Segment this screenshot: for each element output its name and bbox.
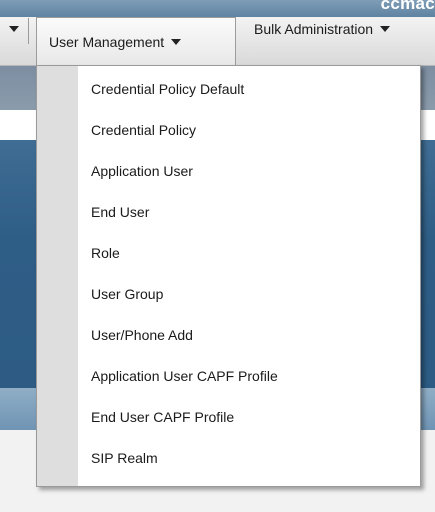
menu-item-user-phone-add[interactable]: User/Phone Add	[78, 316, 421, 354]
menu-item-role[interactable]: Role	[78, 234, 421, 272]
menu-divider	[28, 18, 29, 44]
chevron-down-icon	[9, 26, 19, 32]
menu-bulk-administration[interactable]: Bulk Administration	[254, 12, 391, 46]
user-management-dropdown: Credential Policy Default Credential Pol…	[36, 65, 421, 487]
menu-item-credential-policy[interactable]: Credential Policy	[78, 111, 421, 149]
menu-item-end-user-capf-profile[interactable]: End User CAPF Profile	[78, 398, 421, 436]
menu-item-sip-realm[interactable]: SIP Realm	[78, 439, 421, 477]
menu-item-application-user[interactable]: Application User	[78, 152, 421, 190]
chevron-down-icon	[171, 38, 182, 45]
menu-icon-gutter	[37, 66, 78, 486]
menu-bulk-administration-label: Bulk Administration	[254, 21, 374, 37]
menu-user-management[interactable]: User Management	[36, 17, 236, 65]
menu-item-end-user[interactable]: End User	[78, 193, 421, 231]
menu-previous-item[interactable]	[0, 12, 28, 46]
menu-item-user-group[interactable]: User Group	[78, 275, 421, 313]
chevron-down-icon	[380, 26, 391, 32]
menu-item-application-user-capf-profile[interactable]: Application User CAPF Profile	[78, 357, 421, 395]
menu-item-credential-policy-default[interactable]: Credential Policy Default	[78, 70, 421, 108]
menu-user-management-label: User Management	[49, 33, 165, 50]
